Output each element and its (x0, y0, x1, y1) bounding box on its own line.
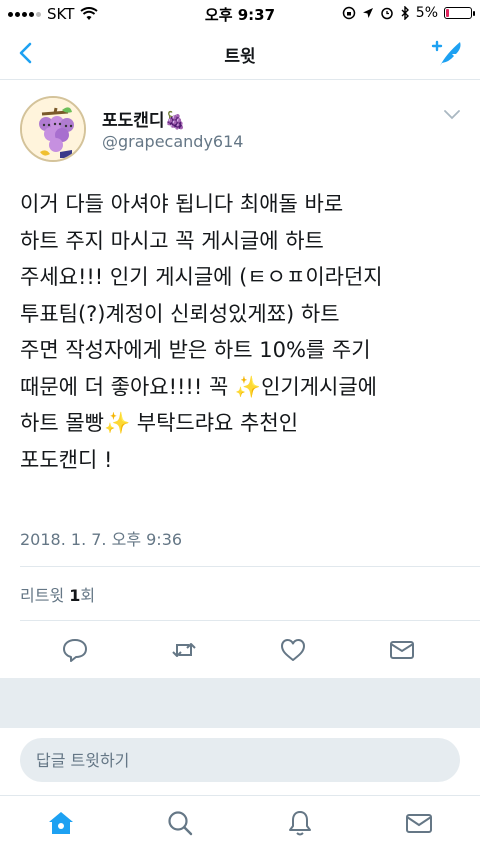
retweet-label: 리트윗 (20, 586, 65, 605)
reply-icon[interactable] (61, 636, 89, 664)
tab-bar (0, 795, 480, 854)
author-handle[interactable]: @grapecandy614 (102, 132, 243, 151)
messages-icon[interactable] (404, 808, 434, 838)
retweet-count[interactable]: 리트윗 1회 (20, 582, 95, 606)
battery-icon (444, 7, 475, 19)
direct-message-icon[interactable] (388, 636, 416, 664)
separator-band (0, 678, 480, 728)
notifications-icon[interactable] (285, 808, 315, 838)
divider (20, 620, 480, 621)
chevron-down-icon[interactable] (444, 110, 460, 120)
like-icon[interactable] (279, 636, 307, 664)
battery-percent: 5% (415, 5, 438, 21)
status-bar: SKT 오후 9:37 5% (0, 0, 480, 28)
reply-bar[interactable] (20, 738, 460, 782)
tweet-timestamp: 2018. 1. 7. 오후 9:36 (20, 530, 183, 549)
bluetooth-icon (401, 6, 409, 20)
home-icon[interactable] (46, 808, 76, 838)
grape-logo-icon (22, 98, 84, 160)
alarm-icon (381, 7, 393, 20)
page-title: 트윗 (224, 47, 256, 67)
reply-input[interactable] (20, 738, 460, 782)
tweet-header: 포도캔디🍇 @grapecandy614 (20, 96, 460, 166)
tweet-actions (0, 632, 480, 672)
battery-level (446, 9, 449, 17)
location-icon (362, 8, 373, 18)
rotation-lock-icon (342, 6, 356, 20)
tweet-text: 이거 다들 아셔야 됩니다 최애돌 바로 하트 주지 마시고 꼭 게시글에 하트… (20, 192, 383, 472)
compose-tweet-icon[interactable] (430, 36, 466, 70)
retweet-icon[interactable] (170, 636, 198, 664)
divider (20, 566, 480, 567)
avatar[interactable] (20, 96, 86, 162)
retweet-number: 1 (69, 586, 81, 605)
retweet-suffix: 회 (80, 586, 96, 605)
author-name[interactable]: 포도캔디🍇 (102, 106, 186, 131)
status-right: 5% (342, 5, 475, 21)
nav-bar: 트윗 (0, 28, 480, 80)
search-icon[interactable] (165, 808, 195, 838)
